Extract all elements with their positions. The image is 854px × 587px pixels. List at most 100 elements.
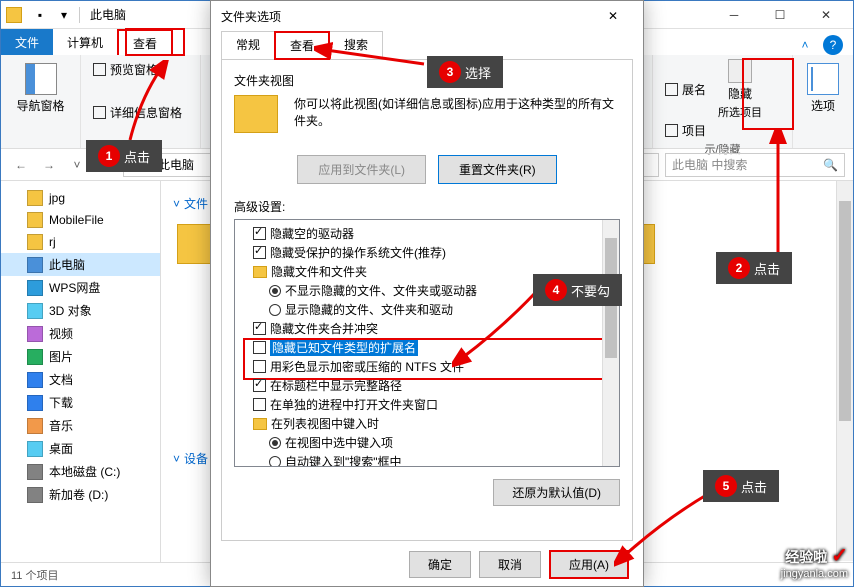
radio[interactable] [269, 285, 281, 297]
sidebar-item[interactable]: 音乐 [1, 414, 160, 437]
video-icon [27, 326, 43, 342]
hide-button[interactable]: 隐藏 所选项目 [714, 59, 766, 120]
tree-label: 隐藏文件和文件夹 [271, 263, 367, 280]
ext-checkbox[interactable]: 展名 [661, 79, 710, 100]
tree-label: 在单独的进程中打开文件夹窗口 [270, 396, 438, 413]
item-checkbox[interactable]: 项目 [661, 120, 710, 141]
arrow-2 [760, 130, 800, 260]
tree-node[interactable]: 在视图中选中键入项 [239, 433, 615, 452]
options-button[interactable]: 选项 [801, 59, 845, 118]
sidebar-item-label: jpg [49, 191, 65, 205]
window-scrollbar[interactable] [836, 181, 853, 561]
sidebar-item[interactable]: rj [1, 231, 160, 253]
pc-icon [27, 257, 43, 273]
sidebar-item[interactable]: 文档 [1, 368, 160, 391]
arrow-5 [614, 490, 714, 570]
tree-node[interactable]: 隐藏受保护的操作系统文件(推荐) [239, 243, 615, 262]
watermark: 经验啦✓ jingyanla.com [781, 544, 848, 581]
window-controls: ─ ☐ ✕ [711, 1, 849, 29]
annotation-2: 2点击 [716, 252, 792, 284]
tree-node[interactable]: 在列表视图中键入时 [239, 414, 615, 433]
radio[interactable] [269, 437, 281, 449]
folderview-description: 你可以将此视图(如详细信息或图标)应用于这种类型的所有文件夹。 [294, 95, 620, 129]
dialog-tab-general[interactable]: 常规 [221, 31, 275, 60]
sidebar-item[interactable]: 下载 [1, 391, 160, 414]
sidebar-item[interactable]: 图片 [1, 345, 160, 368]
settings-tree[interactable]: 隐藏空的驱动器隐藏受保护的操作系统文件(推荐)隐藏文件和文件夹不显示隐藏的文件、… [234, 219, 620, 467]
annotation-3: 3选择 [427, 56, 503, 88]
separator [79, 7, 80, 23]
window-title: 此电脑 [90, 6, 126, 23]
sidebar-item[interactable]: 3D 对象 [1, 299, 160, 322]
tree-label: 在列表视图中键入时 [271, 415, 379, 432]
chevron-down-icon: ˅ [173, 197, 180, 211]
nav-pane-button[interactable]: 导航窗格 [9, 59, 72, 118]
checkbox[interactable] [253, 379, 266, 392]
sidebar-item[interactable]: 本地磁盘 (C:) [1, 460, 160, 483]
checkbox[interactable] [253, 398, 266, 411]
reset-folders-button[interactable]: 重置文件夹(R) [438, 155, 557, 184]
sidebar-item[interactable]: jpg [1, 187, 160, 209]
radio[interactable] [269, 304, 281, 316]
back-button[interactable]: ← [9, 153, 33, 177]
red-highlight-box [243, 338, 619, 380]
apply-to-folders-button[interactable]: 应用到文件夹(L) [297, 155, 426, 184]
sidebar-item[interactable]: 视频 [1, 322, 160, 345]
tree-node[interactable]: 在单独的进程中打开文件夹窗口 [239, 395, 615, 414]
close-button[interactable]: ✕ [803, 1, 849, 29]
radio[interactable] [269, 456, 281, 468]
doc-icon [27, 372, 43, 388]
sidebar-item[interactable]: MobileFile [1, 209, 160, 231]
sidebar-item[interactable]: WPS网盘 [1, 276, 160, 299]
minimize-button[interactable]: ─ [711, 1, 757, 29]
tree-label: 在视图中选中键入项 [285, 434, 393, 451]
3d-icon [27, 303, 43, 319]
sidebar-item[interactable]: 此电脑 [1, 253, 160, 276]
checkbox[interactable] [253, 227, 266, 240]
tree-node[interactable]: 自动键入到"搜索"框中 [239, 452, 615, 467]
tree-label: 隐藏空的驱动器 [270, 225, 354, 242]
checkbox[interactable] [253, 246, 266, 259]
checkbox[interactable] [253, 360, 266, 373]
ok-button[interactable]: 确定 [409, 551, 471, 578]
sidebar-item-label: 本地磁盘 (C:) [49, 463, 120, 480]
checkbox[interactable] [253, 322, 266, 335]
dialog-close-button[interactable]: ✕ [593, 3, 633, 29]
sidebar-item[interactable]: 桌面 [1, 437, 160, 460]
hide-icon [728, 59, 752, 83]
ribbon-help: ˄ ? [795, 35, 853, 55]
arrow-4 [452, 288, 542, 368]
qat-button[interactable]: ▪ [29, 4, 51, 26]
restore-defaults-button[interactable]: 还原为默认值(D) [493, 479, 620, 506]
qat-dropdown-icon[interactable]: ▾ [53, 4, 75, 26]
dialog-title: 文件夹选项 [221, 8, 281, 25]
collapse-ribbon-icon[interactable]: ˄ [795, 35, 815, 55]
chevron-down-icon: ˅ [173, 452, 180, 466]
maximize-button[interactable]: ☐ [757, 1, 803, 29]
search-input[interactable]: 此电脑 中搜索 🔍 [665, 153, 845, 177]
folder-icon [5, 4, 27, 26]
sidebar-item-label: 视频 [49, 325, 73, 342]
sidebar-item-label: 下载 [49, 394, 73, 411]
sidebar-item-label: MobileFile [49, 213, 104, 227]
breadcrumb-item[interactable]: 此电脑 [158, 156, 194, 173]
forward-button[interactable]: → [37, 153, 61, 177]
annotation-1: 1点击 [86, 140, 162, 172]
sidebar-item[interactable]: 新加卷 (D:) [1, 483, 160, 506]
image-icon [27, 349, 43, 365]
tab-file[interactable]: 文件 [1, 29, 53, 55]
advanced-header: 高级设置: [234, 198, 620, 215]
sidebar-item-label: 新加卷 (D:) [49, 486, 108, 503]
checkbox[interactable] [253, 341, 266, 354]
disk-icon [27, 487, 43, 503]
cancel-button[interactable]: 取消 [479, 551, 541, 578]
folder-large-icon [234, 95, 278, 133]
help-icon[interactable]: ? [823, 35, 843, 55]
tree-node[interactable]: 隐藏空的驱动器 [239, 224, 615, 243]
music-icon [27, 418, 43, 434]
tree-scrollbar[interactable] [602, 220, 619, 466]
tab-view[interactable]: 查看 [117, 29, 173, 55]
tree-node[interactable]: 隐藏文件夹合并冲突 [239, 319, 615, 338]
advanced-settings: 高级设置: 隐藏空的驱动器隐藏受保护的操作系统文件(推荐)隐藏文件和文件夹不显示… [234, 198, 620, 506]
tab-computer[interactable]: 计算机 [53, 29, 117, 55]
